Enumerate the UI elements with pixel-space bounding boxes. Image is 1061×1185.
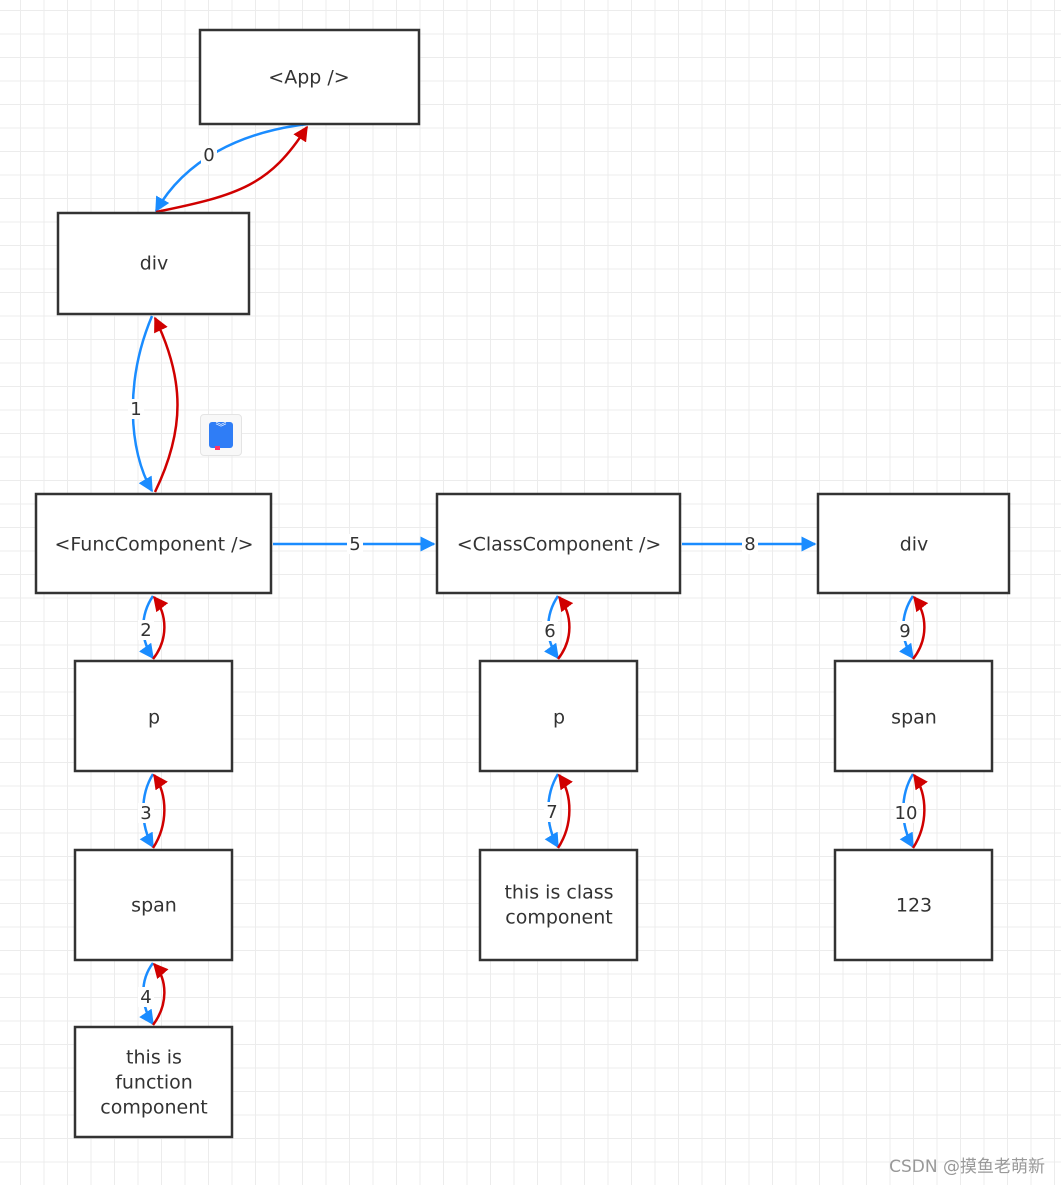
svg-text:8: 8 [744, 534, 755, 555]
node-div[interactable]: div [56, 211, 251, 316]
node-span-2[interactable]: span [833, 659, 994, 773]
edge-5[interactable]: 5 [273, 534, 436, 555]
svg-text:6: 6 [544, 621, 555, 642]
edge-7[interactable]: 7 [544, 773, 573, 849]
svg-text:function: function [115, 1072, 193, 1094]
svg-text:span: span [891, 707, 937, 729]
svg-text:component: component [100, 1097, 208, 1119]
svg-text:this is: this is [126, 1047, 182, 1069]
svg-text:0: 0 [203, 145, 214, 166]
edge-4[interactable]: 4 [138, 962, 169, 1026]
svg-text:span: span [131, 895, 177, 917]
node-123[interactable]: 123 [833, 848, 994, 962]
edge-8[interactable]: 8 [682, 534, 817, 555]
edge-2[interactable]: 2 [138, 595, 169, 660]
edge-1[interactable]: 1 [128, 315, 179, 493]
edge-6[interactable]: 6 [542, 595, 574, 660]
fiber-tree-diagram: 0 1 2 3 4 5 6 7 8 9 10 <App /> div <Func… [34, 28, 1011, 1139]
node-p-1[interactable]: p [73, 659, 234, 773]
node-func-component[interactable]: <FuncComponent /> [34, 492, 273, 595]
node-text-function[interactable]: this is function component [73, 1025, 234, 1139]
edge-9[interactable]: 9 [897, 595, 929, 660]
svg-text:7: 7 [546, 802, 557, 823]
svg-text:5: 5 [349, 534, 360, 555]
node-p-2[interactable]: p [478, 659, 639, 773]
edge-3[interactable]: 3 [138, 773, 168, 849]
edge-0[interactable]: 0 [154, 122, 309, 214]
node-text-class[interactable]: this is class component [478, 848, 639, 962]
svg-text:1: 1 [130, 399, 141, 420]
edge-10[interactable]: 10 [894, 773, 928, 849]
svg-text:9: 9 [899, 621, 910, 642]
svg-text:p: p [553, 707, 565, 729]
node-span-1[interactable]: span [73, 848, 234, 962]
svg-text:<FuncComponent />: <FuncComponent /> [54, 534, 253, 556]
svg-text:div: div [900, 534, 929, 556]
svg-text:component: component [505, 907, 613, 929]
svg-text:10: 10 [895, 803, 918, 824]
book-icon[interactable]: ︾ [200, 414, 242, 456]
svg-text:<App />: <App /> [268, 67, 349, 89]
svg-text:div: div [140, 253, 169, 275]
watermark: CSDN @摸鱼老萌新 [889, 1157, 1045, 1177]
svg-text:4: 4 [140, 987, 151, 1008]
node-app[interactable]: <App /> [198, 28, 421, 126]
svg-text:3: 3 [140, 803, 151, 824]
svg-text:123: 123 [896, 895, 932, 917]
node-class-component[interactable]: <ClassComponent /> [435, 492, 682, 595]
svg-text:<ClassComponent />: <ClassComponent /> [457, 534, 662, 556]
svg-text:this is class: this is class [504, 882, 613, 904]
svg-text:2: 2 [140, 620, 151, 641]
node-div-2[interactable]: div [816, 492, 1011, 595]
svg-text:p: p [148, 707, 160, 729]
